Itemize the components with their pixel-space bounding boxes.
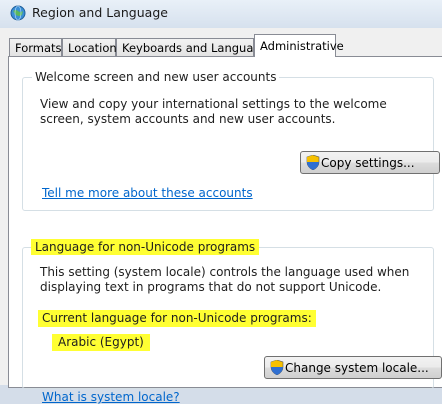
welcome-screen-group-title: Welcome screen and new user accounts xyxy=(32,70,280,84)
tab-administrative[interactable]: Administrative xyxy=(254,34,344,57)
change-system-locale-label: Change system locale... xyxy=(285,360,429,375)
title-bar: Region and Language xyxy=(0,0,442,28)
uac-shield-icon xyxy=(306,155,320,170)
tab-keyboards-and-languages[interactable]: Keyboards and Languages xyxy=(116,38,274,56)
nonunicode-group-title: Language for non-Unicode programs xyxy=(31,239,260,255)
current-language-label: Current language for non-Unicode program… xyxy=(38,310,316,327)
accounts-help-link[interactable]: Tell me more about these accounts xyxy=(42,186,253,200)
globe-icon xyxy=(10,5,26,21)
dialog-body: Formats Location Keyboards and Languages… xyxy=(0,28,442,404)
nonunicode-description: This setting (system locale) controls th… xyxy=(40,265,410,294)
welcome-screen-description: View and copy your international setting… xyxy=(40,97,387,126)
window-title: Region and Language xyxy=(32,5,168,20)
copy-settings-button[interactable]: Copy settings... xyxy=(300,151,440,174)
tab-formats[interactable]: Formats xyxy=(9,38,62,56)
copy-settings-label: Copy settings... xyxy=(321,155,415,170)
uac-shield-icon xyxy=(270,360,284,375)
system-locale-help-link[interactable]: What is system locale? xyxy=(42,390,180,404)
tab-location[interactable]: Location xyxy=(62,38,117,56)
tab-panel-administrative: Welcome screen and new user accounts Vie… xyxy=(8,56,442,404)
current-language-value: Arabic (Egypt) xyxy=(52,334,150,351)
change-system-locale-button[interactable]: Change system locale... xyxy=(264,356,442,379)
